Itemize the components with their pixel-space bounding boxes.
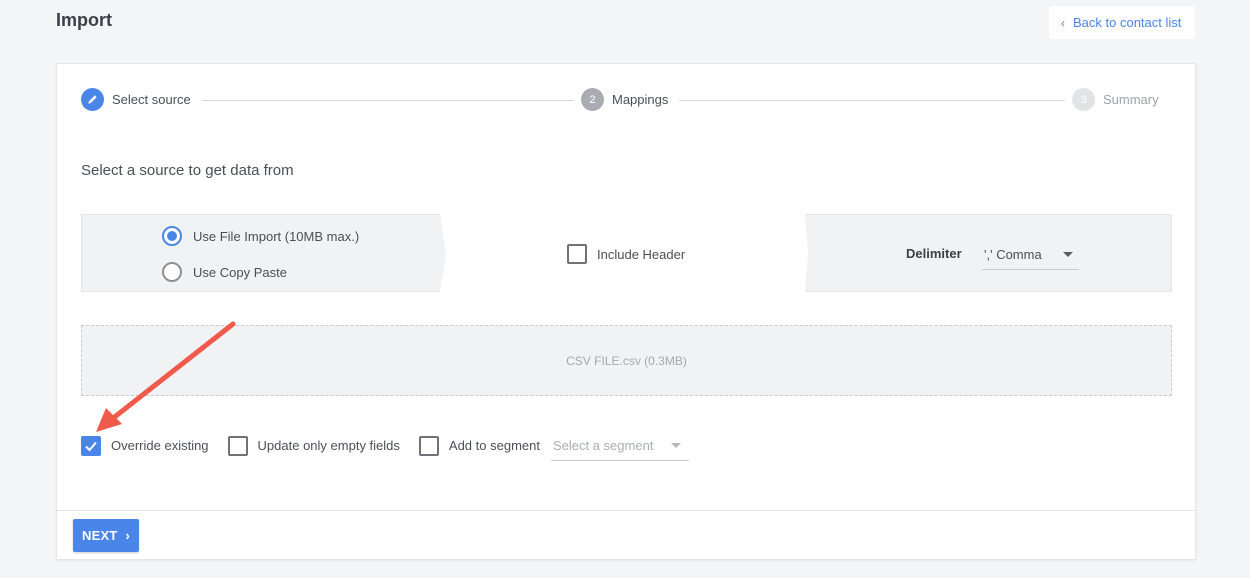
next-label: NEXT — [81, 528, 118, 543]
override-existing-option[interactable]: Override existing — [81, 435, 209, 456]
option-label: Add to segment — [448, 438, 540, 453]
checkbox[interactable] — [227, 435, 248, 456]
step-select-source[interactable]: Select source — [81, 88, 191, 111]
include-header-checkbox[interactable]: Include Header — [567, 244, 685, 264]
source-radio-group: Use File Import (10MB max.) Use Copy Pas… — [162, 226, 360, 299]
step-mappings[interactable]: 2 Mappings — [581, 88, 668, 111]
radio-label: Use File Import (10MB max.) — [193, 228, 360, 244]
add-to-segment-option[interactable]: Add to segment — [418, 435, 540, 456]
option-label: Update only empty fields — [257, 438, 400, 453]
back-link-label: Back to contact list — [1073, 15, 1182, 30]
segment-select[interactable]: Select a segment — [550, 430, 689, 461]
step-label: Mappings — [612, 92, 669, 107]
import-card: Select source 2 Mappings 3 Summary Selec… — [56, 63, 1196, 560]
section-title: Select a source to get data from — [81, 162, 294, 179]
step-label: Summary — [1103, 92, 1159, 107]
radio-button[interactable] — [162, 226, 182, 246]
radio-button[interactable] — [162, 262, 182, 282]
radio-copy-paste[interactable]: Use Copy Paste — [162, 262, 359, 282]
step-divider — [679, 100, 1065, 101]
card-footer: NEXT › — [57, 510, 1195, 560]
checkbox[interactable] — [567, 244, 587, 264]
source-options-bar: Use File Import (10MB max.) Use Copy Pas… — [81, 214, 1172, 292]
delimiter-select[interactable]: ',' Comma — [982, 239, 1079, 270]
checkbox[interactable] — [418, 435, 439, 456]
radio-label: Use Copy Paste — [193, 264, 287, 280]
step-number: 3 — [1072, 88, 1095, 111]
radio-file-import[interactable]: Use File Import (10MB max.) — [162, 226, 360, 246]
caret-down-icon — [670, 442, 681, 448]
delimiter-label: Delimiter — [906, 246, 962, 261]
chevron-right-icon: › — [125, 528, 130, 543]
chevron-left-icon: ‹ — [1061, 15, 1065, 30]
file-name: CSV FILE.csv (0.3MB) — [566, 353, 687, 368]
delimiter-value: ',' Comma — [984, 246, 1042, 262]
step-number: 2 — [581, 88, 604, 111]
file-drop-zone[interactable]: CSV FILE.csv (0.3MB) — [81, 325, 1172, 396]
page-title: Import — [56, 10, 112, 30]
step-divider — [202, 100, 574, 101]
caret-down-icon — [1063, 251, 1073, 257]
update-empty-option[interactable]: Update only empty fields — [227, 435, 400, 456]
next-button[interactable]: NEXT › — [73, 519, 139, 552]
segment-placeholder: Select a segment — [552, 437, 654, 453]
step-label: Select source — [112, 92, 191, 107]
pencil-icon — [81, 88, 104, 111]
include-header-label: Include Header — [597, 246, 686, 262]
checkbox[interactable] — [81, 435, 101, 456]
back-to-contact-list-link[interactable]: ‹ Back to contact list — [1049, 6, 1195, 39]
import-options: Override existing Update only empty fiel… — [81, 430, 689, 461]
option-label: Override existing — [111, 438, 209, 453]
checkmark-icon — [85, 441, 97, 451]
step-summary: 3 Summary — [1072, 88, 1159, 111]
